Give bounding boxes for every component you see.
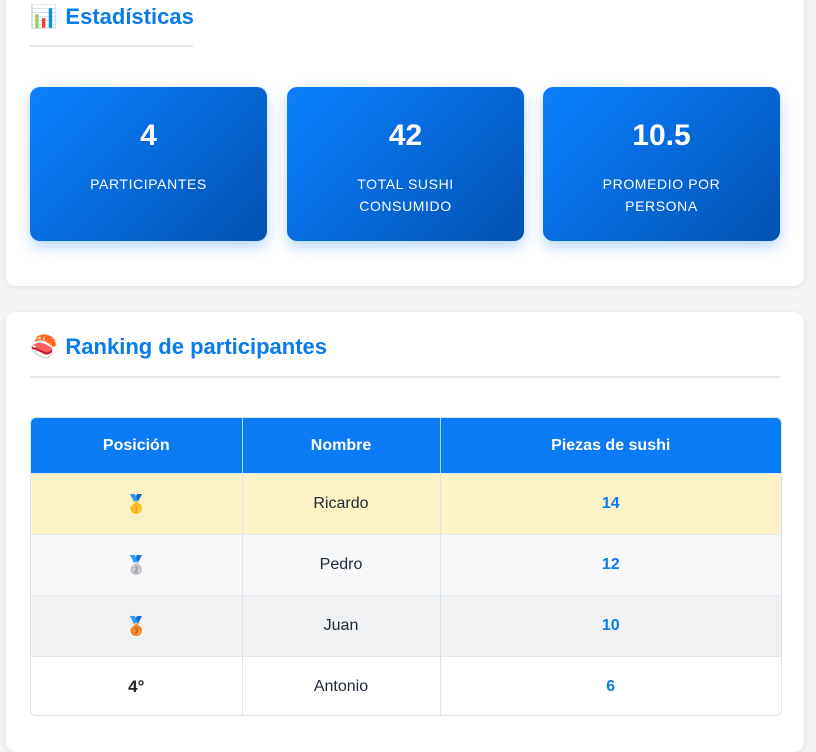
stats-title-divider — [30, 45, 193, 47]
sushi-pieces-count: 10 — [440, 595, 781, 657]
table-row: 🥈 Pedro 12 — [31, 534, 781, 596]
position-number: 4° — [31, 656, 243, 715]
ranking-table: Posición Nombre Piezas de sushi 🥇 Ricard… — [30, 417, 782, 716]
gold-medal-icon: 🥇 — [31, 473, 243, 535]
participant-name: Ricardo — [242, 473, 441, 535]
bronze-medal-icon: 🥉 — [31, 595, 243, 657]
stats-section-title: 📊 Estadísticas — [30, 4, 194, 30]
participant-name: Juan — [242, 595, 441, 657]
table-row: 4° Antonio 6 — [31, 656, 781, 715]
column-header-pieces[interactable]: Piezas de sushi — [440, 418, 781, 474]
table-header-row: Posición Nombre Piezas de sushi — [31, 418, 781, 474]
bar-chart-icon: 📊 — [30, 4, 58, 29]
ranking-title-text: Ranking de participantes — [65, 334, 328, 359]
sushi-pieces-count: 6 — [440, 656, 781, 715]
column-header-name[interactable]: Nombre — [242, 418, 441, 474]
silver-medal-icon: 🥈 — [31, 534, 243, 596]
stat-value: 42 — [388, 119, 423, 152]
stat-participants: 4 PARTICIPANTES — [30, 87, 267, 241]
stat-value: 10.5 — [632, 119, 691, 152]
participant-name: Antonio — [242, 656, 441, 715]
ranking-section-title: 🍣 Ranking de participantes — [30, 334, 327, 360]
stat-label: TOTAL SUSHI CONSUMIDO — [357, 176, 454, 214]
stat-total-sushi: 42 TOTAL SUSHI CONSUMIDO — [287, 87, 524, 241]
sushi-icon: 🍣 — [30, 334, 58, 359]
table-row: 🥇 Ricardo 14 — [31, 473, 781, 535]
stats-card: 📊 Estadísticas 4 PARTICIPANTES 42 TOTAL … — [6, 0, 804, 286]
stat-label: PARTICIPANTES — [90, 176, 207, 192]
stat-value: 4 — [140, 119, 157, 152]
participant-name: Pedro — [242, 534, 441, 596]
ranking-card: 🍣 Ranking de participantes Posición Nomb… — [6, 312, 804, 752]
table-row: 🥉 Juan 10 — [31, 595, 781, 657]
sushi-pieces-count: 12 — [440, 534, 781, 596]
stats-title-text: Estadísticas — [65, 4, 194, 29]
stat-average: 10.5 PROMEDIO POR PERSONA — [543, 87, 780, 241]
stat-label: PROMEDIO POR PERSONA — [602, 176, 721, 214]
ranking-title-divider — [30, 376, 780, 378]
sushi-pieces-count: 14 — [440, 473, 781, 535]
column-header-position[interactable]: Posición — [31, 418, 243, 474]
